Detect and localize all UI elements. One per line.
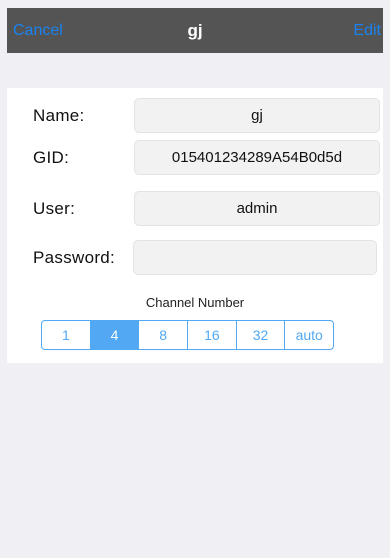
gid-label: GID:: [33, 148, 70, 167]
user-label: User:: [33, 199, 76, 218]
password-label: Password:: [33, 248, 116, 267]
page-title: gj: [187, 21, 203, 40]
channel-option-16[interactable]: 16: [188, 321, 237, 349]
user-row: User: admin: [7, 191, 383, 227]
channel-option-8[interactable]: 8: [139, 321, 189, 349]
channel-number-label: Channel Number: [145, 295, 245, 310]
gid-row: GID: 015401234289A54B0d5d: [7, 140, 383, 176]
navigation-bar: Cancel gj Edit: [7, 8, 383, 53]
name-field[interactable]: gj: [134, 98, 380, 133]
channel-option-4[interactable]: 4: [90, 321, 140, 349]
edit-button[interactable]: Edit: [353, 22, 381, 40]
channel-option-1[interactable]: 1: [42, 321, 91, 349]
device-form: Name: gj GID: 015401234289A54B0d5d User:…: [7, 88, 383, 363]
password-field[interactable]: [133, 240, 377, 275]
name-label: Name:: [33, 106, 85, 125]
user-field[interactable]: admin: [134, 191, 380, 226]
channel-option-32[interactable]: 32: [237, 321, 286, 349]
gid-field[interactable]: 015401234289A54B0d5d: [134, 140, 380, 175]
password-row: Password:: [7, 240, 383, 276]
channel-number-selector: 1 4 8 16 32 auto: [41, 320, 334, 350]
channel-option-auto[interactable]: auto: [285, 321, 333, 349]
name-row: Name: gj: [7, 98, 383, 134]
